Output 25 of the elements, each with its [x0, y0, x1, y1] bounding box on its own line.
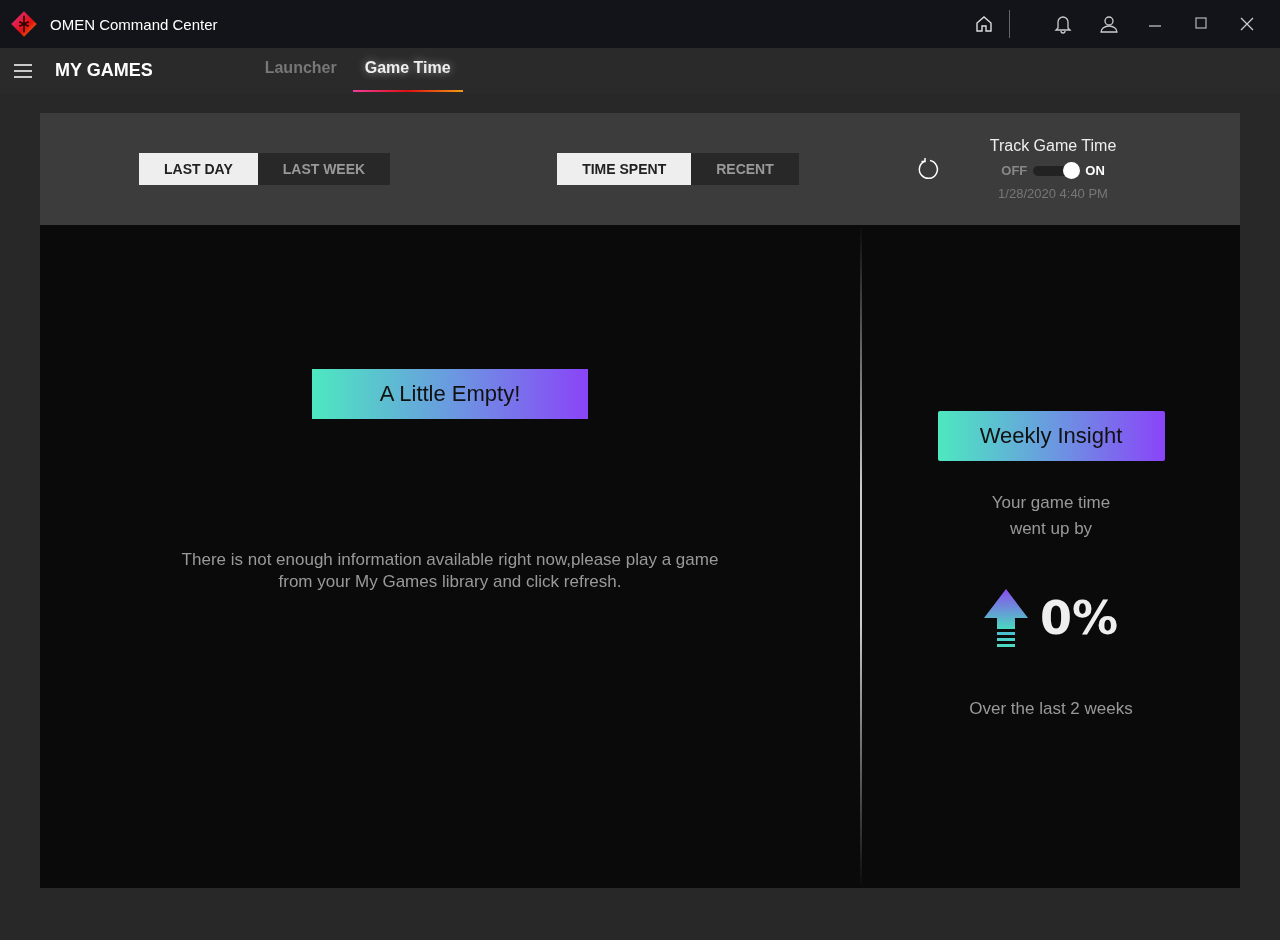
on-label: ON [1085, 163, 1105, 178]
logo-icon [10, 10, 38, 38]
nav-tab[interactable]: Game Time [352, 49, 463, 92]
empty-message: There is not enough information available right now,please play a game from your My Games library and click refresh. [180, 549, 720, 593]
track-label: Track Game Time [989, 137, 1117, 155]
timestamp: 1/28/2020 4:40 PM [998, 186, 1108, 201]
insight-text: Your game time [991, 493, 1111, 513]
off-label: OFF [1001, 163, 1028, 178]
user-icon[interactable] [1099, 14, 1119, 34]
insight-text: went up by [1009, 519, 1093, 539]
window-title: OMEN Command Center [50, 15, 218, 33]
insight-badge: Weekly Insight [937, 411, 1165, 461]
up-arrow-icon [983, 589, 1028, 647]
insight-period: Over the last 2 weeks [969, 699, 1133, 719]
toggle-switch[interactable] [1033, 165, 1080, 176]
period-tab[interactable]: LAST DAY [139, 153, 258, 185]
period-tab[interactable]: LAST WEEK [257, 153, 391, 185]
metric-tab[interactable]: TIME SPENT [557, 153, 692, 185]
home-icon[interactable] [974, 14, 994, 34]
percent-value: 0% [1039, 591, 1119, 645]
menu-icon[interactable] [13, 62, 33, 79]
metric-tab[interactable]: RECENT [691, 153, 799, 185]
page-title: MY GAMES [55, 60, 153, 81]
empty-badge: A Little Empty! [312, 369, 588, 419]
bell-icon[interactable] [1053, 14, 1073, 34]
